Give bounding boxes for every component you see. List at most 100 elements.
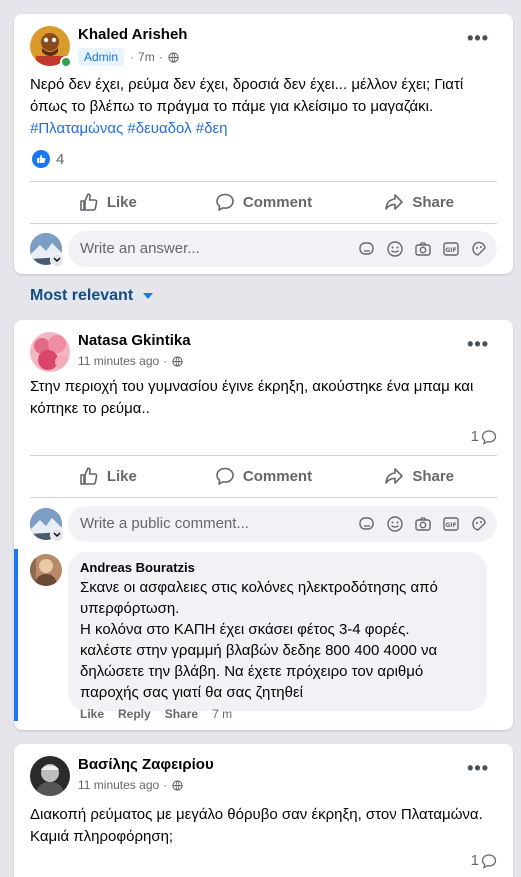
like-button[interactable]: Like xyxy=(30,456,186,496)
comment-placeholder: Write a public comment... xyxy=(80,515,249,532)
author-name[interactable]: Khaled Arisheh xyxy=(78,26,187,43)
reply-share-button[interactable]: Share xyxy=(165,707,198,721)
avatar-sticker-icon[interactable] xyxy=(357,514,377,534)
separator-dot: · xyxy=(158,50,163,64)
reply-text: Σκανε οι ασφαλειες στις κολόνες ηλεκτροδ… xyxy=(80,579,438,701)
composer-tools: GIF xyxy=(357,239,489,259)
reply-count-value: 1 xyxy=(470,428,479,445)
online-indicator xyxy=(60,56,72,68)
commenter-avatar[interactable] xyxy=(30,332,70,372)
gif-icon[interactable]: GIF xyxy=(441,514,461,534)
svg-text:GIF: GIF xyxy=(445,522,456,529)
reply-time[interactable]: 7 m xyxy=(212,707,232,721)
comment-sort-dropdown[interactable]: Most relevant xyxy=(30,287,154,305)
post-card: Khaled Arisheh Admin · 7m · ••• Νερό δεν… xyxy=(14,14,513,274)
replier-name[interactable]: Andreas Bouratzis xyxy=(80,560,475,575)
share-button[interactable]: Share xyxy=(341,182,497,222)
globe-icon xyxy=(168,51,179,63)
emoji-icon[interactable] xyxy=(385,514,405,534)
public-comment-input[interactable]: Write a public comment... GIF xyxy=(68,506,497,542)
share-label: Share xyxy=(412,467,455,485)
comment-time[interactable]: 11 minutes ago xyxy=(78,778,159,792)
separator-dot: · xyxy=(130,50,135,64)
reply-like-button[interactable]: Like xyxy=(80,707,104,721)
comment-label: Comment xyxy=(242,467,313,485)
separator-dot: · xyxy=(163,778,168,792)
comment-card: Natasa Gkintika 11 minutes ago · ••• Στη… xyxy=(14,320,513,730)
thumbs-up-icon xyxy=(80,193,98,211)
chevron-down-icon[interactable] xyxy=(50,528,64,542)
reply-count-value: 1 xyxy=(470,852,479,869)
globe-icon xyxy=(172,779,183,791)
globe-icon xyxy=(172,355,183,367)
avatar-sticker-icon[interactable] xyxy=(357,239,377,259)
comment-actions: Like Comment Share xyxy=(30,456,497,496)
post-text: Νερό δεν έχει, ρεύμα δεν έχει, δροσιά δε… xyxy=(30,74,497,140)
sticker-icon[interactable] xyxy=(469,514,489,534)
share-icon xyxy=(385,194,404,210)
comment-composer: Write a public comment... GIF xyxy=(30,506,497,542)
svg-text:GIF: GIF xyxy=(445,247,456,254)
divider xyxy=(30,223,497,224)
comment-header: Natasa Gkintika 11 minutes ago · ••• xyxy=(30,332,497,376)
divider xyxy=(30,497,497,498)
post-actions: Like Comment Share xyxy=(30,182,497,222)
like-label: Like xyxy=(106,193,137,211)
admin-badge: Admin xyxy=(78,48,125,66)
comment-button[interactable]: Comment xyxy=(186,456,342,496)
post-header: Khaled Arisheh Admin · 7m · ••• xyxy=(30,26,497,70)
sticker-icon[interactable] xyxy=(469,239,489,259)
reply-bubble: Andreas Bouratzis Σκανε οι ασφαλειες στι… xyxy=(68,552,487,711)
answer-input[interactable]: Write an answer... GIF xyxy=(68,231,497,267)
chevron-down-icon[interactable] xyxy=(50,253,64,267)
comment-button[interactable]: Comment xyxy=(186,182,342,222)
share-label: Share xyxy=(412,193,455,211)
reply-count[interactable]: 1 xyxy=(471,428,497,445)
commenter-name[interactable]: Natasa Gkintika xyxy=(78,332,191,349)
sort-label: Most relevant xyxy=(30,287,134,304)
replier-avatar[interactable] xyxy=(30,554,62,586)
reply-count[interactable]: 1 xyxy=(471,852,497,869)
answer-placeholder: Write an answer... xyxy=(80,240,200,257)
caret-down-icon xyxy=(143,293,154,299)
comment-bubble-icon xyxy=(481,429,497,445)
more-options-button[interactable]: ••• xyxy=(467,334,489,355)
commenter-avatar[interactable] xyxy=(30,756,70,796)
comment-bubble-icon xyxy=(481,853,497,869)
camera-icon[interactable] xyxy=(413,514,433,534)
comment-text: Στην περιοχή του γυμνασίου έγινε έκρηξη,… xyxy=(30,378,474,417)
comment-icon xyxy=(216,467,234,485)
emoji-icon[interactable] xyxy=(385,239,405,259)
share-button[interactable]: Share xyxy=(341,456,497,496)
post-meta: Admin · 7m · xyxy=(78,48,179,66)
post-hashtags[interactable]: #Πλαταμώνας #δευαδολ #δεη xyxy=(30,120,227,137)
comment-card: Βασίλης Ζαφειρίου 11 minutes ago · ••• Δ… xyxy=(14,744,513,877)
gif-icon[interactable]: GIF xyxy=(441,239,461,259)
like-label: Like xyxy=(106,467,137,485)
post-body: Νερό δεν έχει, ρεύμα δεν έχει, δροσιά δε… xyxy=(30,76,464,115)
commenter-name[interactable]: Βασίλης Ζαφειρίου xyxy=(78,756,214,773)
reaction-summary[interactable]: 4 xyxy=(32,150,64,168)
answer-composer: Write an answer... GIF xyxy=(30,231,497,267)
comment-icon xyxy=(216,193,234,211)
like-button[interactable]: Like xyxy=(30,182,186,222)
camera-icon[interactable] xyxy=(413,239,433,259)
comment-meta: 11 minutes ago · xyxy=(78,778,183,792)
comment-time[interactable]: 11 minutes ago xyxy=(78,354,159,368)
comment-text: Διακοπή ρεύματος με μεγάλο θόρυβο σαν έκ… xyxy=(30,806,483,845)
reply-thread-line xyxy=(14,549,18,721)
comment-header: Βασίλης Ζαφειρίου 11 minutes ago · ••• xyxy=(30,756,497,800)
more-options-button[interactable]: ••• xyxy=(467,758,489,779)
share-icon xyxy=(385,468,404,484)
more-options-button[interactable]: ••• xyxy=(467,28,489,49)
reaction-count: 4 xyxy=(56,150,65,168)
reply-actions: Like Reply Share 7 m xyxy=(80,707,232,721)
reply-reply-button[interactable]: Reply xyxy=(118,707,151,721)
like-reaction-icon xyxy=(32,150,50,168)
thumbs-up-icon xyxy=(80,467,98,485)
comment-meta: 11 minutes ago · xyxy=(78,354,183,368)
composer-tools: GIF xyxy=(357,514,489,534)
post-time[interactable]: 7m xyxy=(138,50,155,64)
comment-label: Comment xyxy=(242,193,313,211)
separator-dot: · xyxy=(163,354,168,368)
